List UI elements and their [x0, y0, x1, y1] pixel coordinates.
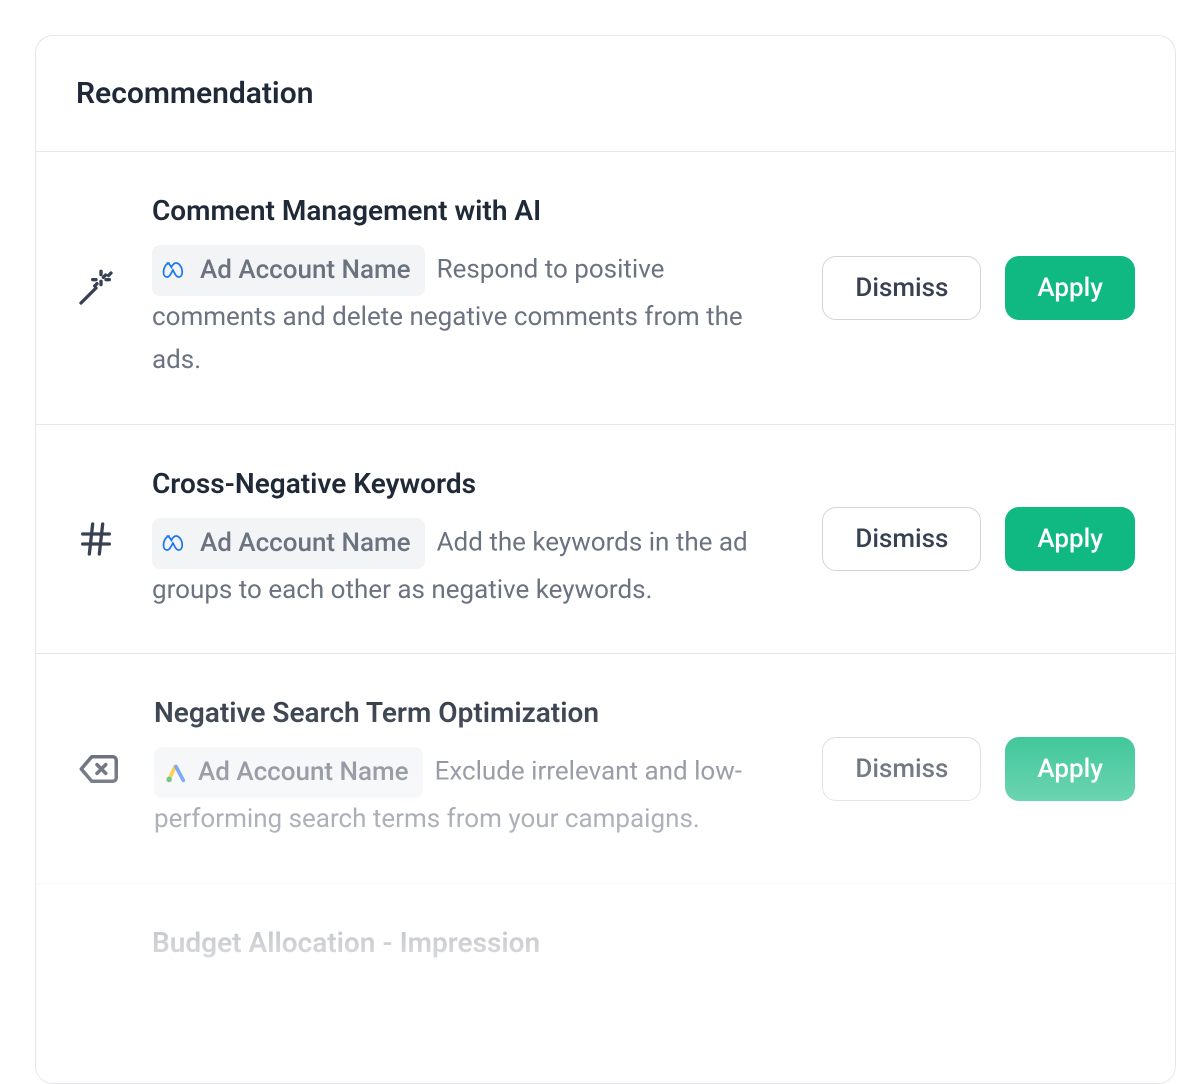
dismiss-button[interactable]: Dismiss [822, 256, 981, 320]
recommendation-content: Cross-Negative Keywords Ad Account Name … [152, 467, 786, 612]
recommendation-title: Comment Management with AI [152, 194, 786, 227]
account-name: Ad Account Name [198, 751, 409, 794]
panel-title: Recommendation [76, 76, 1135, 111]
dismiss-button[interactable]: Dismiss [822, 737, 981, 801]
magic-wand-icon [76, 268, 116, 308]
account-badge: Ad Account Name [152, 518, 425, 569]
panel-header: Recommendation [36, 36, 1175, 152]
dismiss-button[interactable]: Dismiss [822, 507, 981, 571]
recommendation-actions: Dismiss Apply [822, 256, 1135, 320]
recommendation-row: Negative Search Term Optimization Ad Acc… [36, 654, 1175, 884]
recommendation-description: Ad Account Name Exclude irrelevant and l… [154, 747, 786, 841]
apply-button[interactable]: Apply [1005, 256, 1135, 320]
recommendation-description: Ad Account Name Add the keywords in the … [152, 518, 786, 612]
meta-icon [162, 260, 190, 280]
hash-icon [76, 519, 116, 559]
recommendation-panel: Recommendation Comment Management with A… [35, 35, 1176, 1084]
apply-button[interactable]: Apply [1005, 507, 1135, 571]
recommendation-actions: Dismiss Apply [822, 737, 1135, 801]
recommendation-row: Comment Management with AI Ad Account Na… [36, 152, 1175, 425]
recommendation-description: Ad Account Name Respond to positive comm… [152, 245, 786, 382]
recommendation-content: Comment Management with AI Ad Account Na… [152, 194, 786, 382]
meta-icon [162, 533, 190, 553]
apply-button[interactable]: Apply [1005, 737, 1135, 801]
recommendation-content: Negative Search Term Optimization Ad Acc… [154, 696, 786, 841]
recommendation-row: Cross-Negative Keywords Ad Account Name … [36, 425, 1175, 655]
account-name: Ad Account Name [200, 522, 411, 565]
google-ads-icon [164, 762, 188, 784]
account-badge: Ad Account Name [152, 245, 425, 296]
recommendation-title: Cross-Negative Keywords [152, 467, 786, 500]
delete-tag-icon [76, 748, 118, 790]
account-name: Ad Account Name [200, 249, 411, 292]
recommendation-title-partial: Budget Allocation - Impression [36, 884, 1175, 959]
recommendation-actions: Dismiss Apply [822, 507, 1135, 571]
recommendation-title: Negative Search Term Optimization [154, 696, 786, 729]
account-badge: Ad Account Name [154, 747, 423, 798]
